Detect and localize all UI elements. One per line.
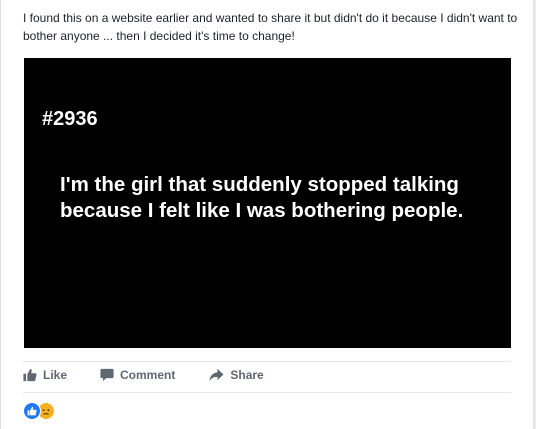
post-caption: I found this on a website earlier and wa… [23, 11, 518, 43]
comment-button[interactable]: Comment [100, 368, 175, 382]
reactions-summary[interactable] [23, 402, 327, 420]
shared-image[interactable]: #2936 I'm the girl that suddenly stopped… [24, 58, 511, 348]
post-actions-bar: Like Comment Share [23, 362, 264, 388]
share-label: Share [230, 368, 264, 382]
share-button[interactable]: Share [209, 368, 264, 382]
image-number: #2936 [42, 108, 98, 130]
speech-bubble-icon [100, 368, 114, 382]
like-label: Like [43, 368, 68, 382]
share-arrow-icon [209, 368, 224, 382]
like-button[interactable]: Like [23, 368, 67, 382]
image-quote: I'm the girl that suddenly stopped talki… [60, 173, 464, 222]
divider [23, 392, 511, 393]
redacted-names [65, 403, 327, 419]
thumbs-up-icon [23, 368, 37, 382]
facebook-post: I found this on a website earlier and wa… [0, 0, 534, 429]
comment-label: Comment [120, 368, 176, 382]
like-reaction-icon [23, 402, 41, 420]
